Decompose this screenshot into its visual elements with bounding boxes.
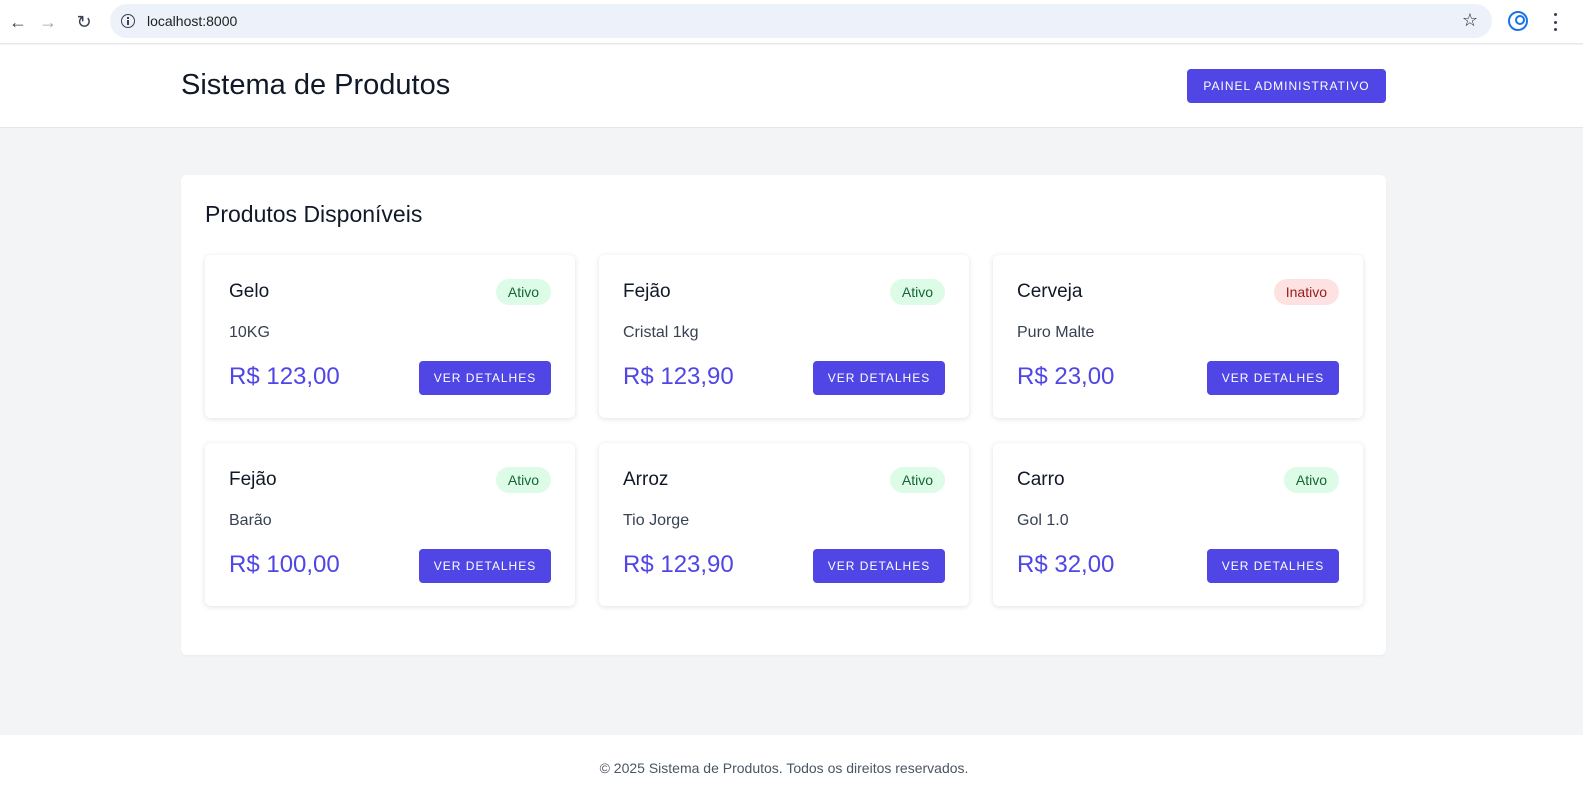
- admin-panel-button[interactable]: PAINEL ADMINISTRATIVO: [1187, 69, 1386, 103]
- product-name: Carro: [1017, 469, 1065, 490]
- product-card: Arroz Ativo Tio Jorge R$ 123,90 VER DETA…: [599, 443, 969, 606]
- site-info-icon[interactable]: [121, 14, 135, 28]
- product-card: Cerveja Inativo Puro Malte R$ 23,00 VER …: [993, 255, 1363, 418]
- products-panel: Produtos Disponíveis Gelo Ativo 10KG R$ …: [181, 175, 1386, 655]
- status-badge: Inativo: [1273, 279, 1339, 305]
- product-description: Barão: [229, 512, 272, 529]
- product-card: Fejão Ativo Barão R$ 100,00 VER DETALHES: [205, 443, 575, 606]
- section-title: Produtos Disponíveis: [205, 201, 423, 227]
- view-details-button[interactable]: VER DETALHES: [419, 549, 551, 583]
- product-description: Puro Malte: [1017, 324, 1095, 341]
- product-description: 10KG: [229, 324, 270, 341]
- site-footer: © 2025 Sistema de Produtos. Todos os dir…: [0, 735, 1583, 796]
- browser-toolbar: ← → ↻ localhost:8000 ☆: [0, 0, 1583, 44]
- product-name: Arroz: [623, 469, 669, 490]
- product-grid: Gelo Ativo 10KG R$ 123,00 VER DETALHES F…: [205, 255, 1363, 606]
- view-details-button[interactable]: VER DETALHES: [813, 361, 945, 395]
- view-details-button[interactable]: VER DETALHES: [1207, 361, 1339, 395]
- bookmark-star-icon[interactable]: ☆: [1462, 10, 1478, 31]
- product-name: Gelo: [229, 281, 270, 302]
- product-name: Cerveja: [1017, 281, 1083, 302]
- status-badge: Ativo: [889, 467, 945, 493]
- product-price: R$ 123,90: [623, 551, 734, 578]
- view-details-button[interactable]: VER DETALHES: [419, 361, 551, 395]
- status-badge: Ativo: [495, 279, 551, 305]
- status-badge: Ativo: [1283, 467, 1339, 493]
- product-card: Carro Ativo Gol 1.0 R$ 32,00 VER DETALHE…: [993, 443, 1363, 606]
- view-details-button[interactable]: VER DETALHES: [813, 549, 945, 583]
- status-badge: Ativo: [495, 467, 551, 493]
- profile-icon[interactable]: [1508, 11, 1528, 31]
- site-header: Sistema de Produtos PAINEL ADMINISTRATIV…: [0, 45, 1583, 128]
- product-price: R$ 32,00: [1017, 551, 1115, 578]
- product-card: Fejão Ativo Cristal 1kg R$ 123,90 VER DE…: [599, 255, 969, 418]
- product-price: R$ 123,00: [229, 363, 340, 390]
- product-name: Fejão: [229, 469, 277, 490]
- url-text[interactable]: localhost:8000: [147, 13, 237, 29]
- product-name: Fejão: [623, 281, 671, 302]
- product-description: Cristal 1kg: [623, 324, 699, 341]
- copyright-text: © 2025 Sistema de Produtos. Todos os dir…: [599, 760, 969, 776]
- page-title: Sistema de Produtos: [181, 69, 451, 101]
- address-bar[interactable]: localhost:8000 ☆: [110, 4, 1492, 38]
- product-card: Gelo Ativo 10KG R$ 123,00 VER DETALHES: [205, 255, 575, 418]
- browser-menu-icon[interactable]: [1545, 10, 1565, 34]
- forward-arrow-icon[interactable]: →: [30, 4, 66, 40]
- product-price: R$ 23,00: [1017, 363, 1115, 390]
- product-price: R$ 123,90: [623, 363, 734, 390]
- product-description: Tio Jorge: [623, 512, 690, 529]
- status-badge: Ativo: [889, 279, 945, 305]
- product-description: Gol 1.0: [1017, 512, 1069, 529]
- reload-icon[interactable]: ↻: [66, 4, 102, 40]
- product-price: R$ 100,00: [229, 551, 340, 578]
- view-details-button[interactable]: VER DETALHES: [1207, 549, 1339, 583]
